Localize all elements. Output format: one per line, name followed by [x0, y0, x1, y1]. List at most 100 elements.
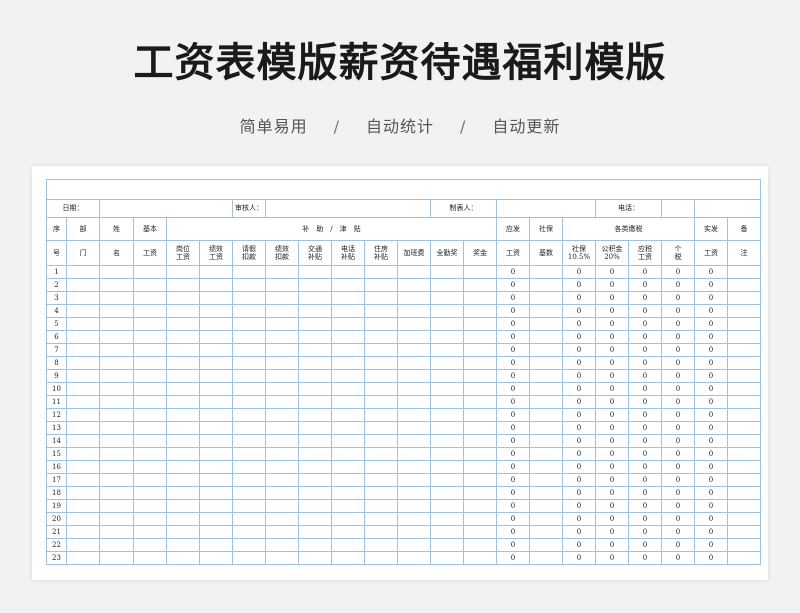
cell-note[interactable] — [727, 434, 761, 448]
cell-taxable-wage[interactable]: 0 — [628, 434, 662, 448]
cell-housing[interactable] — [364, 447, 398, 461]
cell-housing-fund[interactable]: 0 — [595, 421, 629, 435]
cell-attendance[interactable] — [430, 304, 464, 318]
cell-dept[interactable] — [66, 499, 100, 513]
cell-social-base[interactable] — [529, 343, 563, 357]
cell-seq[interactable]: 3 — [46, 291, 67, 305]
cell-bonus[interactable] — [463, 369, 497, 383]
cell-income-tax[interactable]: 0 — [661, 512, 695, 526]
cell-leave-deduct[interactable] — [232, 512, 266, 526]
cell-base-wage[interactable] — [133, 265, 167, 279]
cell-social-base[interactable] — [529, 512, 563, 526]
cell-bonus[interactable] — [463, 486, 497, 500]
cell-bonus[interactable] — [463, 447, 497, 461]
cell-due-wage[interactable]: 0 — [496, 343, 530, 357]
cell-social-base[interactable] — [529, 525, 563, 539]
cell-dept[interactable] — [66, 473, 100, 487]
cell-bonus[interactable] — [463, 395, 497, 409]
cell-seq[interactable]: 20 — [46, 512, 67, 526]
cell-post-wage[interactable] — [166, 330, 200, 344]
cell-attendance[interactable] — [430, 382, 464, 396]
cell-leave-deduct[interactable] — [232, 447, 266, 461]
cell-due-wage[interactable]: 0 — [496, 369, 530, 383]
cell-name[interactable] — [99, 421, 134, 435]
cell-due-wage[interactable]: 0 — [496, 291, 530, 305]
cell-taxable-wage[interactable]: 0 — [628, 538, 662, 552]
cell-note[interactable] — [727, 291, 761, 305]
cell-note[interactable] — [727, 512, 761, 526]
cell-social-base[interactable] — [529, 265, 563, 279]
cell-income-tax[interactable]: 0 — [661, 382, 695, 396]
cell-housing-fund[interactable]: 0 — [595, 499, 629, 513]
cell-dept[interactable] — [66, 525, 100, 539]
cell-taxable-wage[interactable]: 0 — [628, 447, 662, 461]
cell-due-wage[interactable]: 0 — [496, 265, 530, 279]
cell-perf-deduct[interactable] — [265, 447, 299, 461]
phone-value[interactable] — [661, 199, 695, 218]
cell-taxable-wage[interactable]: 0 — [628, 473, 662, 487]
cell-social-base[interactable] — [529, 447, 563, 461]
cell-taxable-wage[interactable]: 0 — [628, 408, 662, 422]
cell-post-wage[interactable] — [166, 460, 200, 474]
cell-housing[interactable] — [364, 278, 398, 292]
cell-dept[interactable] — [66, 460, 100, 474]
cell-perf-wage[interactable] — [199, 304, 233, 318]
cell-actual-wage[interactable]: 0 — [694, 499, 728, 513]
cell-seq[interactable]: 6 — [46, 330, 67, 344]
cell-dept[interactable] — [66, 512, 100, 526]
cell-dept[interactable] — [66, 538, 100, 552]
cell-post-wage[interactable] — [166, 304, 200, 318]
cell-note[interactable] — [727, 421, 761, 435]
cell-actual-wage[interactable]: 0 — [694, 538, 728, 552]
cell-social-insurance[interactable]: 0 — [562, 408, 596, 422]
cell-housing[interactable] — [364, 512, 398, 526]
cell-perf-wage[interactable] — [199, 421, 233, 435]
cell-dept[interactable] — [66, 343, 100, 357]
cell-post-wage[interactable] — [166, 538, 200, 552]
cell-perf-deduct[interactable] — [265, 317, 299, 331]
cell-bonus[interactable] — [463, 330, 497, 344]
cell-due-wage[interactable]: 0 — [496, 304, 530, 318]
cell-due-wage[interactable]: 0 — [496, 317, 530, 331]
cell-phone[interactable] — [331, 317, 365, 331]
cell-social-base[interactable] — [529, 408, 563, 422]
cell-housing-fund[interactable]: 0 — [595, 460, 629, 474]
cell-overtime[interactable] — [397, 265, 431, 279]
cell-seq[interactable]: 5 — [46, 317, 67, 331]
cell-housing[interactable] — [364, 356, 398, 370]
cell-dept[interactable] — [66, 278, 100, 292]
cell-housing-fund[interactable]: 0 — [595, 538, 629, 552]
cell-phone[interactable] — [331, 421, 365, 435]
cell-note[interactable] — [727, 473, 761, 487]
cell-transport[interactable] — [298, 525, 332, 539]
cell-perf-wage[interactable] — [199, 343, 233, 357]
cell-actual-wage[interactable]: 0 — [694, 525, 728, 539]
cell-name[interactable] — [99, 538, 134, 552]
cell-base-wage[interactable] — [133, 278, 167, 292]
cell-name[interactable] — [99, 395, 134, 409]
cell-attendance[interactable] — [430, 486, 464, 500]
cell-housing[interactable] — [364, 538, 398, 552]
cell-note[interactable] — [727, 356, 761, 370]
cell-attendance[interactable] — [430, 551, 464, 565]
cell-actual-wage[interactable]: 0 — [694, 486, 728, 500]
cell-housing-fund[interactable]: 0 — [595, 551, 629, 565]
cell-seq[interactable]: 17 — [46, 473, 67, 487]
cell-dept[interactable] — [66, 395, 100, 409]
cell-perf-deduct[interactable] — [265, 278, 299, 292]
cell-actual-wage[interactable]: 0 — [694, 265, 728, 279]
cell-bonus[interactable] — [463, 356, 497, 370]
cell-phone[interactable] — [331, 434, 365, 448]
cell-dept[interactable] — [66, 447, 100, 461]
cell-attendance[interactable] — [430, 343, 464, 357]
cell-transport[interactable] — [298, 551, 332, 565]
cell-housing-fund[interactable]: 0 — [595, 434, 629, 448]
cell-base-wage[interactable] — [133, 291, 167, 305]
cell-housing-fund[interactable]: 0 — [595, 382, 629, 396]
cell-name[interactable] — [99, 330, 134, 344]
cell-leave-deduct[interactable] — [232, 395, 266, 409]
cell-housing[interactable] — [364, 265, 398, 279]
cell-housing[interactable] — [364, 408, 398, 422]
cell-note[interactable] — [727, 265, 761, 279]
cell-dept[interactable] — [66, 356, 100, 370]
